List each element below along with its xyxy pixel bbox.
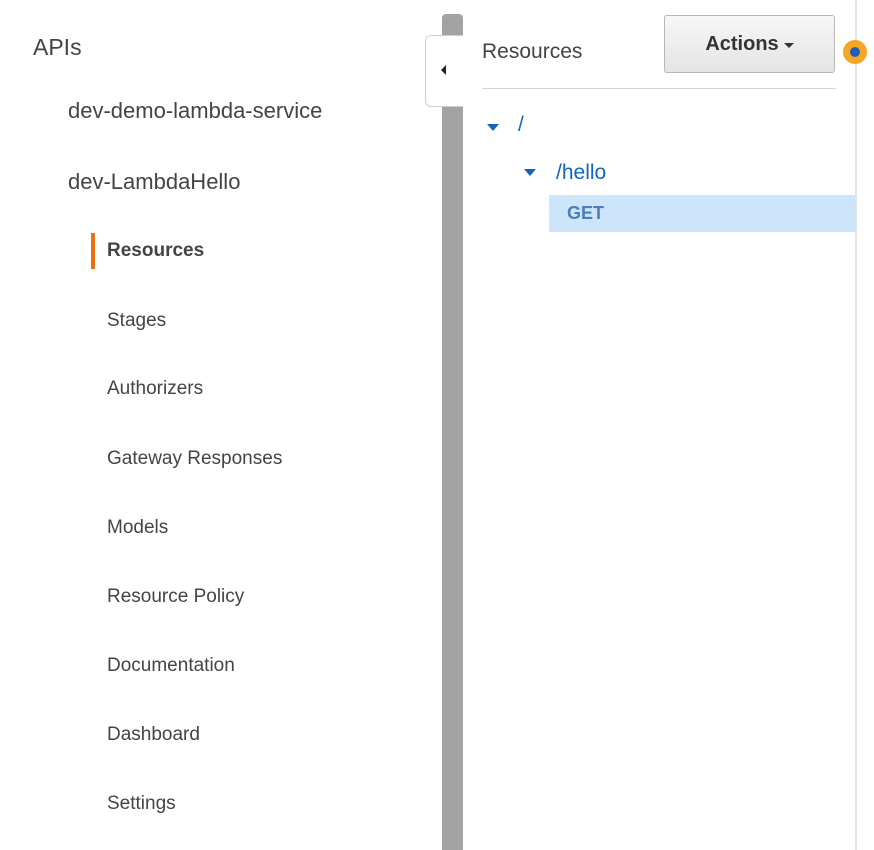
sidebar-item-settings[interactable]: Settings: [107, 791, 176, 817]
panel-right-border: [855, 0, 857, 850]
resource-root-link[interactable]: /: [518, 111, 524, 139]
sidebar-item-documentation[interactable]: Documentation: [107, 653, 235, 679]
actions-dropdown-button[interactable]: Actions: [664, 15, 835, 73]
sidebar-resize-divider[interactable]: [442, 14, 463, 850]
sidebar-item-resource-policy[interactable]: Resource Policy: [107, 584, 244, 610]
resources-panel-title: Resources: [482, 40, 583, 63]
sidebar: APIs dev-demo-lambda-service dev-LambdaH…: [0, 0, 440, 850]
api-item-dev-demo-lambda-service[interactable]: dev-demo-lambda-service: [68, 96, 322, 126]
api-item-dev-lambdahello[interactable]: dev-LambdaHello: [68, 167, 240, 197]
sidebar-item-models[interactable]: Models: [107, 515, 168, 541]
active-nav-indicator: [91, 233, 95, 269]
apis-heading[interactable]: APIs: [33, 32, 82, 62]
api-gateway-console: APIs dev-demo-lambda-service dev-LambdaH…: [0, 0, 874, 850]
tree-expand-toggle-icon[interactable]: [524, 169, 536, 176]
chevron-left-icon: [441, 65, 446, 75]
resource-hello-link[interactable]: /hello: [556, 159, 606, 187]
panel-header-divider: [482, 88, 836, 89]
caret-down-icon: [783, 42, 794, 48]
help-indicator-icon[interactable]: [843, 40, 867, 64]
method-get-label: GET: [567, 203, 605, 223]
sidebar-item-gateway-responses[interactable]: Gateway Responses: [107, 446, 282, 472]
sidebar-item-stages[interactable]: Stages: [107, 308, 166, 334]
sidebar-item-resources[interactable]: Resources: [107, 238, 204, 264]
method-row-get[interactable]: GET: [549, 195, 857, 232]
resources-panel: Resources Actions / /hello GET: [463, 0, 857, 850]
sidebar-item-dashboard[interactable]: Dashboard: [107, 722, 200, 748]
sidebar-item-authorizers[interactable]: Authorizers: [107, 376, 203, 402]
collapse-sidebar-button[interactable]: [425, 35, 463, 107]
actions-button-label: Actions: [705, 32, 779, 55]
tree-expand-toggle-icon[interactable]: [487, 124, 499, 131]
help-indicator-center: [850, 47, 860, 57]
